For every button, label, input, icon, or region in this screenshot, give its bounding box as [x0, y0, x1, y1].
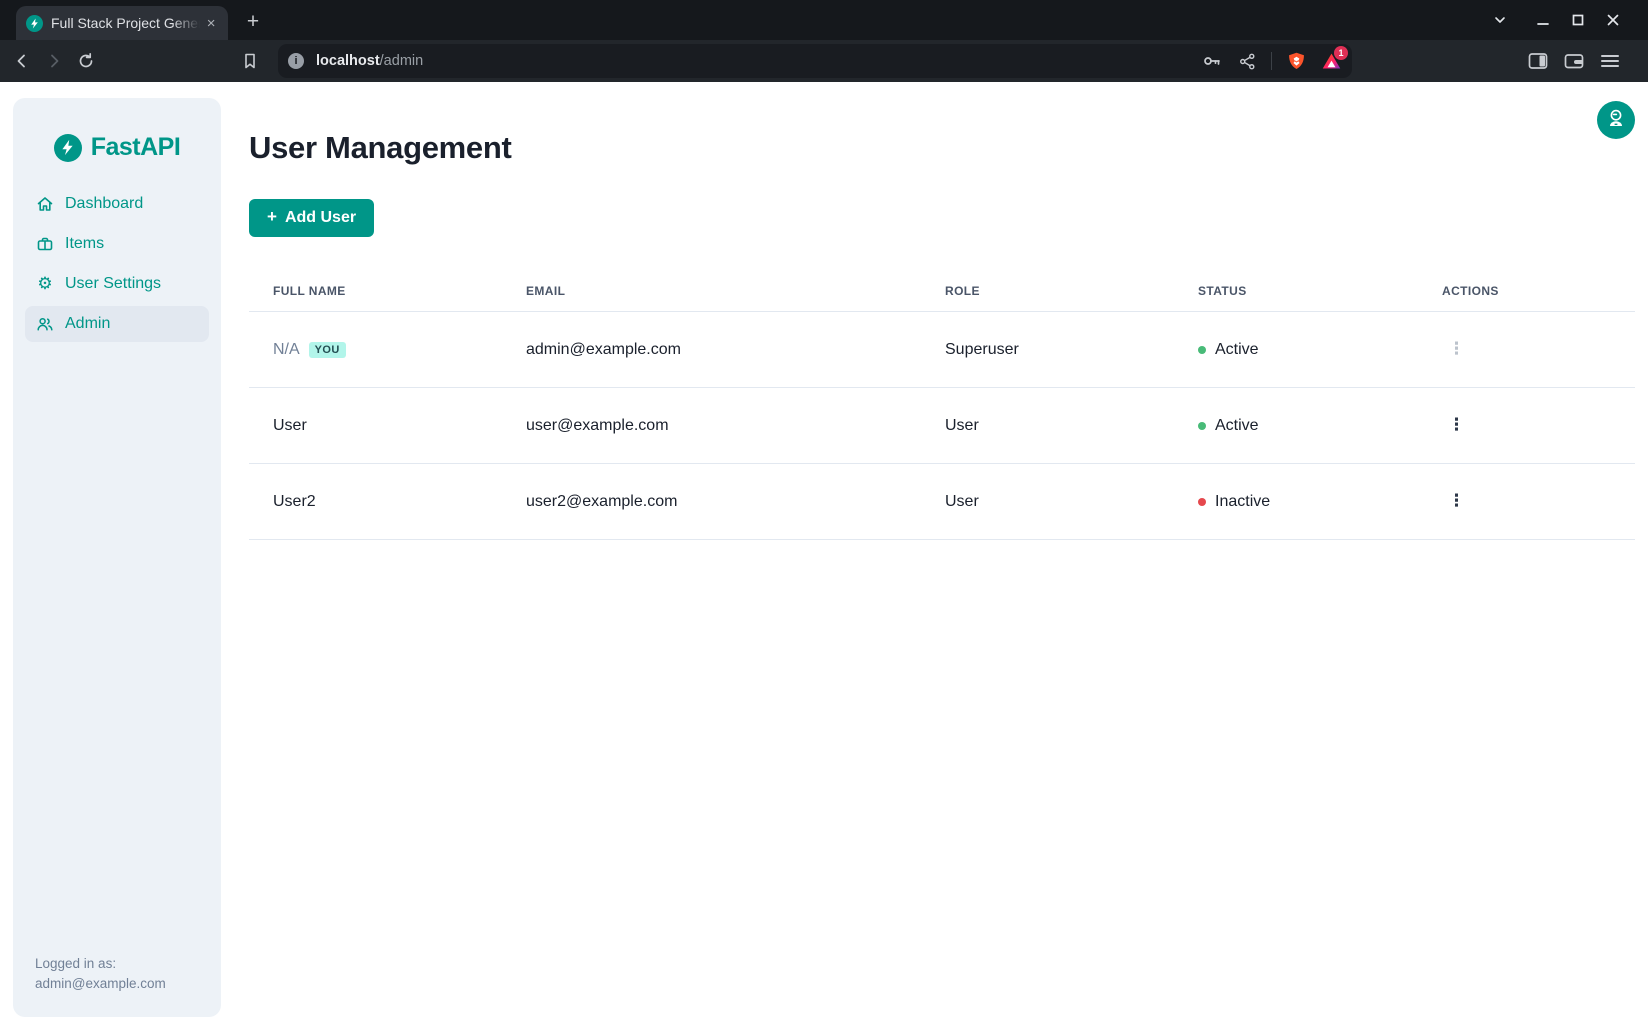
- sidebar-panel-icon[interactable]: [1526, 49, 1550, 73]
- bookmark-icon[interactable]: [238, 49, 262, 73]
- rewards-badge: 1: [1334, 46, 1348, 60]
- table-row: User user@example.com User Active ⋮: [249, 388, 1635, 464]
- cell-full-name: User2: [273, 493, 316, 510]
- window-close-button[interactable]: [1600, 7, 1626, 33]
- status-dot: [1198, 422, 1206, 430]
- window-maximize-button[interactable]: [1565, 7, 1591, 33]
- fastapi-logo: FastAPI: [13, 98, 221, 162]
- col-header-email: EMAIL: [502, 270, 921, 312]
- wallet-icon[interactable]: [1562, 49, 1586, 73]
- cell-email: user2@example.com: [502, 464, 921, 540]
- sidebar: FastAPI Dashboard Items ⚙ User Settings: [13, 98, 221, 1017]
- logo-text: FastAPI: [91, 133, 181, 162]
- cell-email: admin@example.com: [502, 312, 921, 388]
- home-icon: [36, 195, 54, 213]
- tab-title: Full Stack Project Genera: [51, 15, 200, 31]
- table-row: N/A YOU admin@example.com Superuser Activ…: [249, 312, 1635, 388]
- key-icon[interactable]: [1201, 50, 1223, 72]
- url-text: localhost/admin: [316, 53, 423, 69]
- cell-role: User: [921, 388, 1174, 464]
- menu-icon[interactable]: [1598, 49, 1622, 73]
- sidebar-nav: Dashboard Items ⚙ User Settings Admin: [25, 186, 209, 342]
- sidebar-item-label: Items: [65, 235, 104, 253]
- back-icon[interactable]: [10, 49, 34, 73]
- cell-status: Active: [1215, 341, 1259, 359]
- reload-icon[interactable]: [74, 49, 98, 73]
- page-content: FastAPI Dashboard Items ⚙ User Settings: [0, 82, 1648, 1025]
- browser-toolbar: i localhost/admin 1: [0, 40, 1648, 82]
- you-badge: YOU: [309, 342, 346, 358]
- cell-full-name: User: [273, 417, 307, 434]
- row-actions-menu-icon: ⋮: [1442, 339, 1471, 360]
- gear-icon: ⚙: [36, 275, 54, 293]
- briefcase-icon: [36, 235, 54, 253]
- add-user-button[interactable]: + Add User: [249, 199, 374, 237]
- col-header-actions: ACTIONS: [1418, 270, 1635, 312]
- fastapi-bolt-icon: [54, 134, 82, 162]
- page-title: User Management: [249, 130, 1635, 166]
- cell-email: user@example.com: [502, 388, 921, 464]
- cell-role: User: [921, 464, 1174, 540]
- url-host: localhost: [316, 53, 380, 69]
- status-dot: [1198, 346, 1206, 354]
- logged-in-email: admin@example.com: [35, 974, 166, 994]
- tab-strip: Full Stack Project Genera × +: [0, 0, 1648, 40]
- tab-search-chevron-icon[interactable]: [1487, 7, 1513, 33]
- row-actions-menu-icon[interactable]: ⋮: [1442, 415, 1471, 436]
- sidebar-item-label: Admin: [65, 315, 110, 333]
- col-header-role: ROLE: [921, 270, 1174, 312]
- cell-status: Inactive: [1215, 493, 1270, 511]
- row-actions-menu-icon[interactable]: ⋮: [1442, 491, 1471, 512]
- add-user-label: Add User: [285, 209, 356, 227]
- toolbar-divider: [1271, 52, 1272, 70]
- cell-status: Active: [1215, 417, 1259, 435]
- plus-icon: +: [267, 207, 277, 227]
- cell-role: Superuser: [921, 312, 1174, 388]
- sidebar-item-label: Dashboard: [65, 195, 143, 213]
- sidebar-item-dashboard[interactable]: Dashboard: [25, 186, 209, 222]
- table-row: User2 user2@example.com User Inactive ⋮: [249, 464, 1635, 540]
- url-path: /admin: [380, 53, 424, 69]
- sidebar-item-user-settings[interactable]: ⚙ User Settings: [25, 266, 209, 302]
- main-panel: User Management + Add User FULL NAME EMA…: [221, 82, 1648, 1025]
- brave-shield-icon[interactable]: [1285, 50, 1307, 72]
- status-dot: [1198, 498, 1206, 506]
- logged-in-label: Logged in as:: [35, 954, 166, 974]
- users-icon: [36, 315, 54, 333]
- window-minimize-button[interactable]: [1530, 7, 1556, 33]
- tab-close-icon[interactable]: ×: [202, 14, 220, 32]
- browser-tab[interactable]: Full Stack Project Genera ×: [16, 6, 228, 40]
- user-astronaut-icon: [1606, 108, 1626, 133]
- fastapi-favicon-icon: [26, 15, 43, 32]
- site-info-icon[interactable]: i: [288, 53, 304, 69]
- logged-in-info: Logged in as: admin@example.com: [35, 954, 166, 994]
- new-tab-button[interactable]: +: [240, 9, 266, 35]
- forward-icon[interactable]: [42, 49, 66, 73]
- cell-full-name: N/A: [273, 341, 300, 358]
- col-header-status: STATUS: [1174, 270, 1418, 312]
- users-table: FULL NAME EMAIL ROLE STATUS ACTIONS N/A Y…: [249, 270, 1635, 540]
- sidebar-item-label: User Settings: [65, 275, 161, 293]
- user-menu-button[interactable]: [1597, 101, 1635, 139]
- sidebar-item-admin[interactable]: Admin: [25, 306, 209, 342]
- brave-rewards-icon[interactable]: 1: [1320, 50, 1342, 72]
- share-icon[interactable]: [1236, 50, 1258, 72]
- address-bar[interactable]: i localhost/admin 1: [278, 44, 1352, 78]
- col-header-full-name: FULL NAME: [249, 270, 502, 312]
- table-header-row: FULL NAME EMAIL ROLE STATUS ACTIONS: [249, 270, 1635, 312]
- sidebar-item-items[interactable]: Items: [25, 226, 209, 262]
